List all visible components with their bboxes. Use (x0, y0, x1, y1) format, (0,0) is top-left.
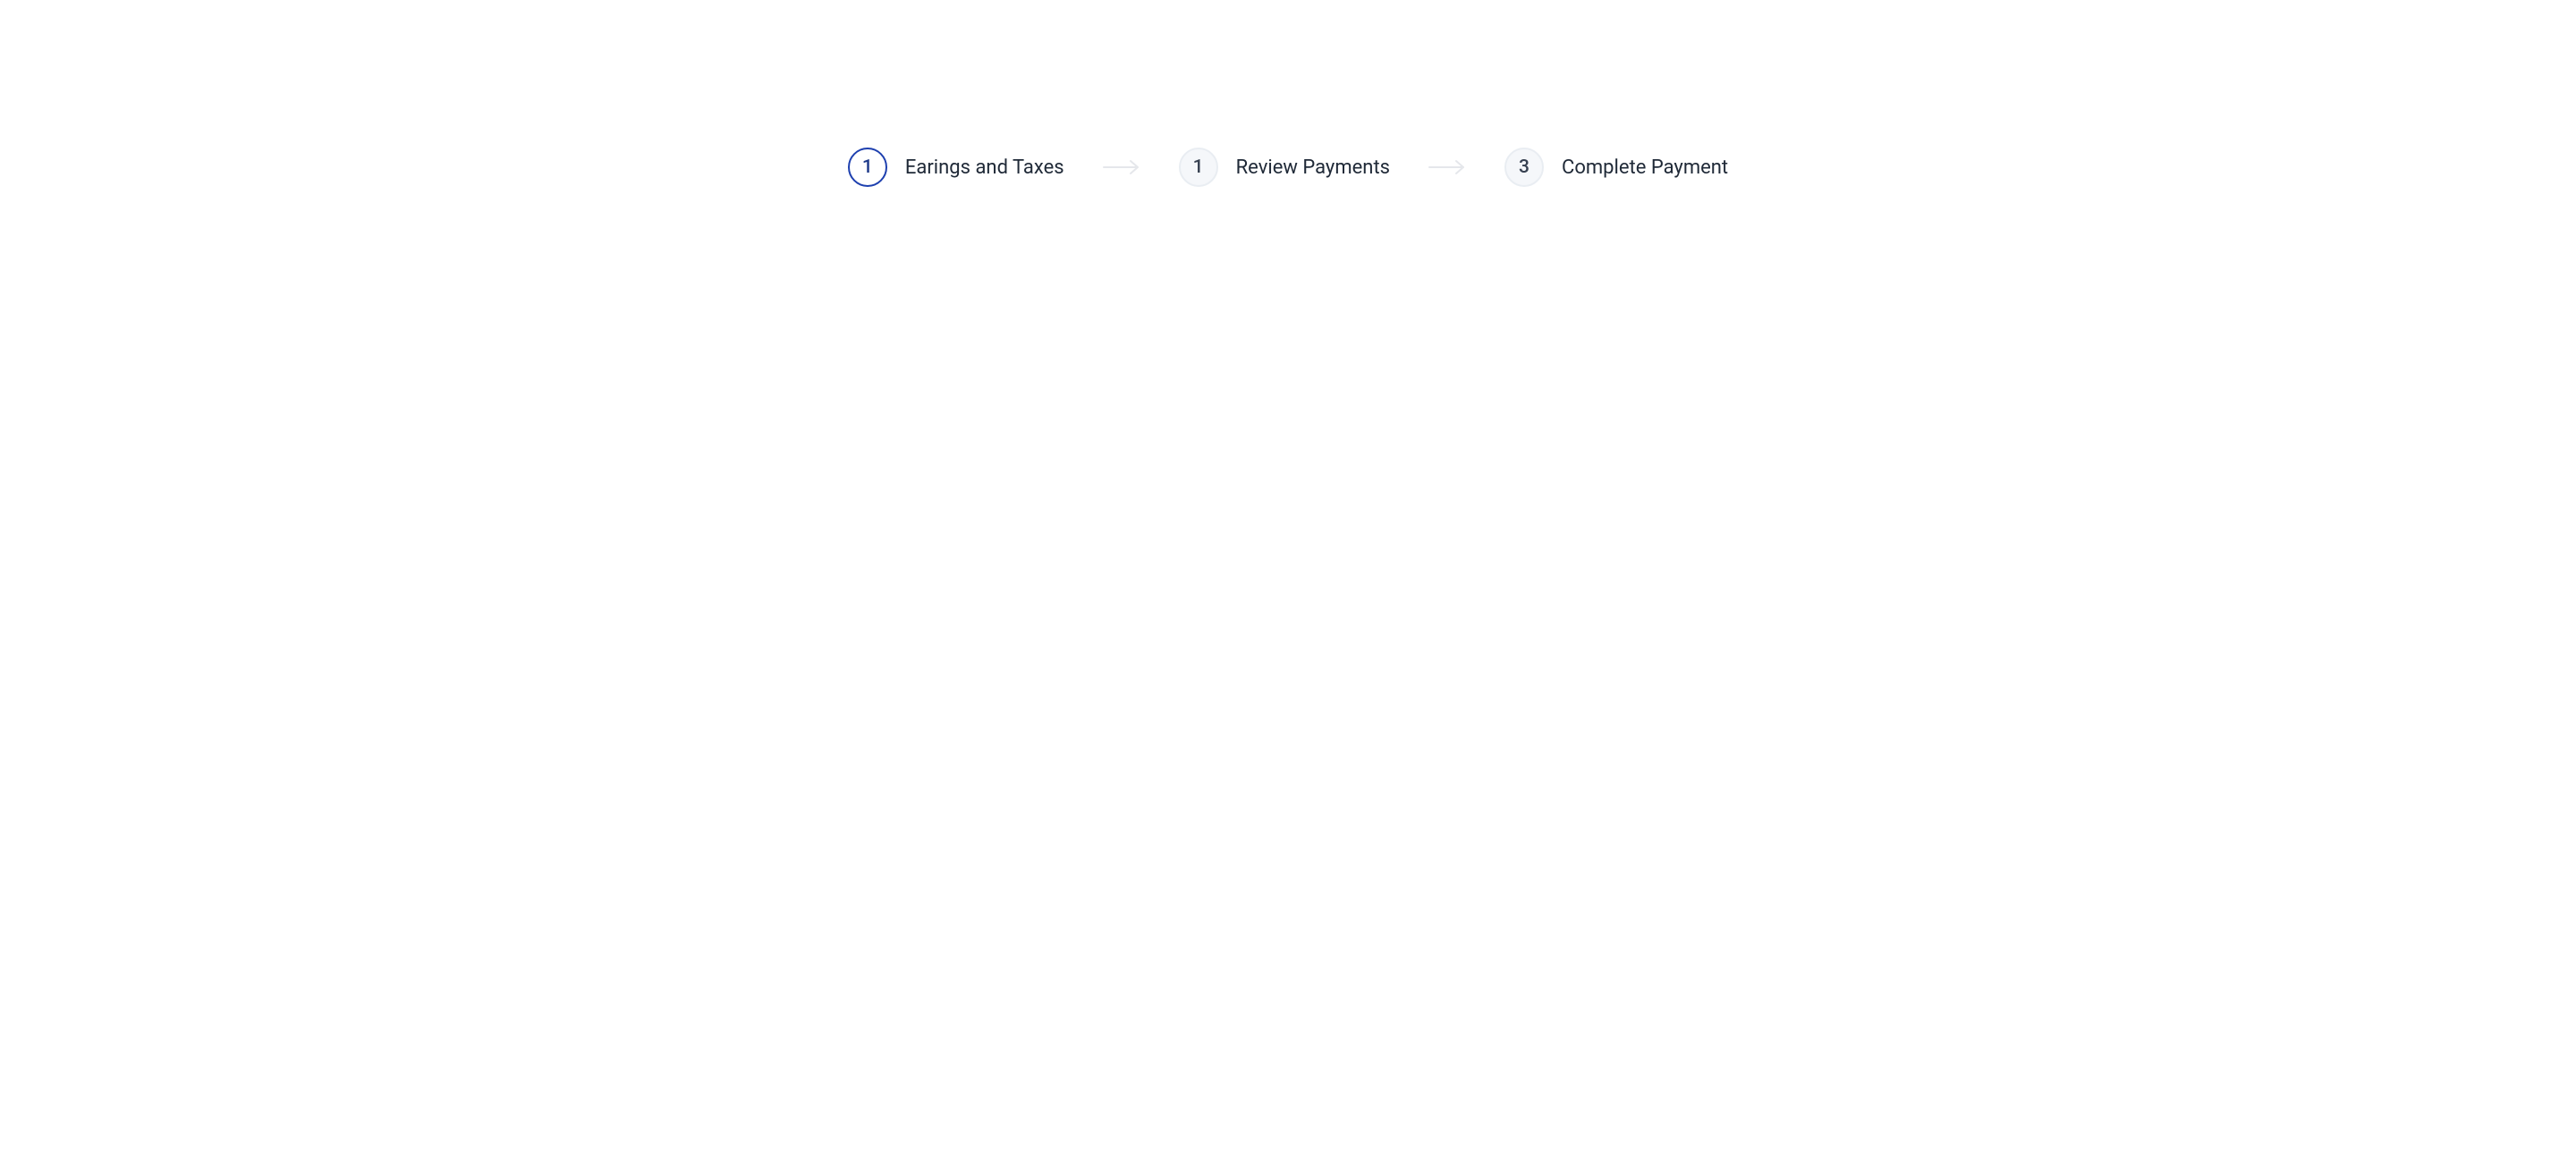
step-number-circle: 1 (848, 148, 887, 187)
step-number-circle: 3 (1504, 148, 1544, 187)
step-number: 1 (1193, 156, 1204, 178)
arrow-right-icon (1428, 158, 1467, 176)
step-number-circle: 1 (1179, 148, 1218, 187)
step-label: Complete Payment (1562, 156, 1728, 179)
step-review-payments[interactable]: 1 Review Payments (1179, 148, 1390, 187)
step-label: Earings and Taxes (905, 156, 1064, 179)
step-complete-payment[interactable]: 3 Complete Payment (1504, 148, 1728, 187)
arrow-right-icon (1102, 158, 1141, 176)
step-number: 3 (1519, 156, 1530, 178)
step-label: Review Payments (1236, 156, 1390, 179)
step-earnings-and-taxes[interactable]: 1 Earings and Taxes (848, 148, 1064, 187)
stepper: 1 Earings and Taxes 1 Review Payments 3 … (0, 148, 2576, 187)
step-number: 1 (862, 156, 873, 178)
